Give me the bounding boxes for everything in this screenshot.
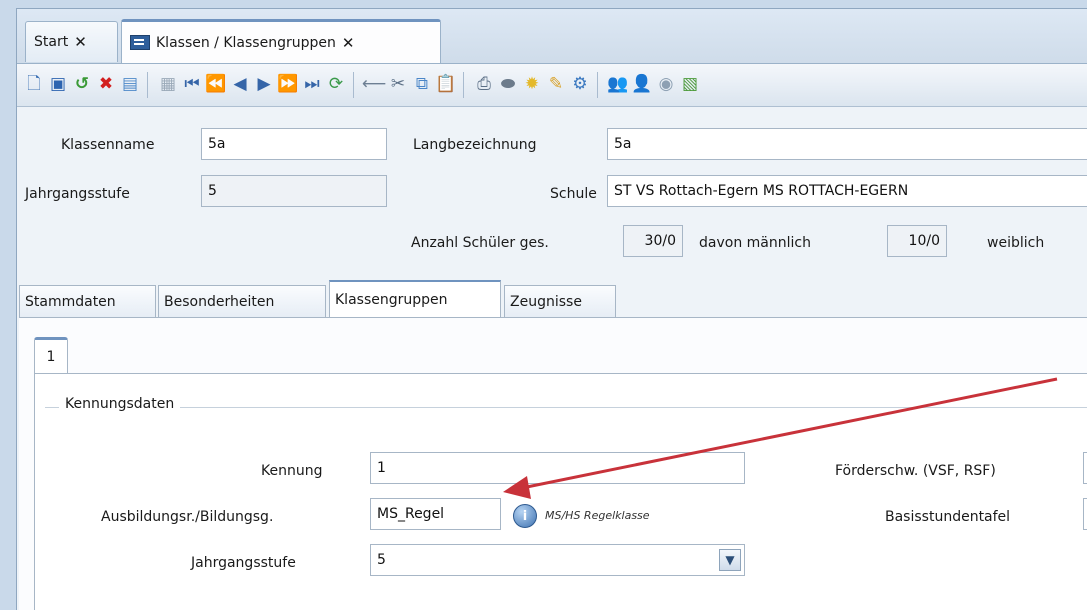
next-icon[interactable]: ▶ <box>253 73 275 95</box>
weiblich-label: weiblich <box>987 235 1045 251</box>
info-icon[interactable]: i <box>513 504 537 528</box>
new-document-icon[interactable]: 🗋 <box>23 73 45 95</box>
maennlich-label: davon männlich <box>699 235 811 251</box>
report-icon[interactable]: ▧ <box>679 73 701 95</box>
tab-besonderheiten-label: Besonderheiten <box>164 293 275 310</box>
copy-record-icon[interactable]: ▦ <box>157 73 179 95</box>
klassengruppen-panel: 1 Kennungsdaten Kennung Ausbildungsr./Bi… <box>19 317 1087 610</box>
tab-besonderheiten[interactable]: Besonderheiten <box>158 285 326 317</box>
document-tab-strip: Start ✕ Klassen / Klassengruppen ✕ <box>17 9 1087 64</box>
group-divider <box>45 407 1087 408</box>
tab-zeugnisse-label: Zeugnisse <box>510 293 582 310</box>
previous-icon[interactable]: ◀ <box>229 73 251 95</box>
group-title: Kennungsdaten <box>59 396 181 412</box>
print-icon[interactable]: ⎙ <box>473 73 495 95</box>
ausbildung-field[interactable] <box>370 498 501 530</box>
fast-back-icon[interactable]: ⏪ <box>205 73 227 95</box>
close-icon[interactable]: ✕ <box>74 33 87 51</box>
jahrgangsstufe-field[interactable] <box>201 175 387 207</box>
kennungsdaten-panel: Kennungsdaten Kennung Ausbildungsr./Bild… <box>34 373 1087 610</box>
users-icon[interactable]: 👥 <box>607 73 629 95</box>
tab-klassengruppen[interactable]: Klassengruppen <box>329 280 501 318</box>
klassenname-label: Klassenname <box>61 137 155 153</box>
foerder-label: Förderschw. (VSF, RSF) <box>835 463 996 479</box>
langbezeichnung-label: Langbezeichnung <box>413 137 537 153</box>
first-record-icon[interactable]: ⏮ <box>181 73 203 95</box>
anzahl-field <box>623 225 683 257</box>
jahrgang-label: Jahrgangsstufe <box>191 555 296 571</box>
jahrgang-select[interactable] <box>370 544 745 576</box>
klassenname-field[interactable] <box>201 128 387 160</box>
application-window: Start ✕ Klassen / Klassengruppen ✕ 🗋 ▣ ↺… <box>16 8 1087 610</box>
tab-start[interactable]: Start ✕ <box>25 21 118 62</box>
basis-field[interactable] <box>1083 498 1087 530</box>
jahrgangsstufe-label: Jahrgangsstufe <box>25 186 130 202</box>
cut-icon[interactable]: ✂ <box>387 73 409 95</box>
undo-icon[interactable]: ↺ <box>71 73 93 95</box>
chevron-down-icon[interactable]: ▼ <box>719 549 741 571</box>
kennung-label: Kennung <box>261 463 323 479</box>
schule-field[interactable] <box>607 175 1087 207</box>
export-icon[interactable]: ◉ <box>655 73 677 95</box>
tab-start-label: Start <box>34 34 69 50</box>
maennlich-field <box>887 225 947 257</box>
tab-stammdaten-label: Stammdaten <box>25 293 116 310</box>
form-icon[interactable]: ▤ <box>119 73 141 95</box>
refresh-icon[interactable]: ⟳ <box>325 73 347 95</box>
tab-klassen[interactable]: Klassen / Klassengruppen ✕ <box>121 19 441 63</box>
close-icon[interactable]: ✕ <box>342 34 355 52</box>
basis-label: Basisstundentafel <box>885 509 1011 525</box>
paste-icon[interactable]: 📋 <box>435 73 457 95</box>
tab-klassen-label: Klassen / Klassengruppen <box>156 34 336 51</box>
schule-label: Schule <box>550 186 597 202</box>
foerder-field[interactable] <box>1083 452 1087 484</box>
ausbildung-hint: MS/HS Regelklasse <box>545 509 650 522</box>
subtab-1[interactable]: 1 <box>34 337 68 373</box>
tab-klassengruppen-label: Klassengruppen <box>335 292 448 308</box>
subtab-1-label: 1 <box>46 348 56 365</box>
copy-icon[interactable]: ⧉ <box>411 73 433 95</box>
tab-stammdaten[interactable]: Stammdaten <box>19 285 156 317</box>
toolbar: 🗋 ▣ ↺ ✖ ▤ ▦ ⏮ ⏪ ◀ ▶ ⏩ ⏭ ⟳ ⟵ ✂ ⧉ 📋 ⎙ ⬬ ✹ … <box>17 64 1087 107</box>
langbezeichnung-field[interactable] <box>607 128 1087 160</box>
idea-icon[interactable]: ✹ <box>521 73 543 95</box>
last-record-icon[interactable]: ⏭ <box>301 73 323 95</box>
tab-zeugnisse[interactable]: Zeugnisse <box>504 285 616 317</box>
kennung-field[interactable] <box>370 452 745 484</box>
anzahl-label: Anzahl Schüler ges. <box>411 235 549 251</box>
delete-icon[interactable]: ✖ <box>95 73 117 95</box>
preview-icon[interactable]: ⬬ <box>497 73 519 95</box>
save-icon[interactable]: ▣ <box>47 73 69 95</box>
fast-forward-icon[interactable]: ⏩ <box>277 73 299 95</box>
remove-icon[interactable]: ⟵ <box>362 73 386 95</box>
ausbildung-label: Ausbildungsr./Bildungsg. <box>101 509 274 525</box>
settings-icon[interactable]: ⚙ <box>569 73 591 95</box>
table-icon <box>130 35 150 50</box>
edit-icon[interactable]: ✎ <box>545 73 567 95</box>
user-group-icon[interactable]: 👤 <box>631 73 653 95</box>
